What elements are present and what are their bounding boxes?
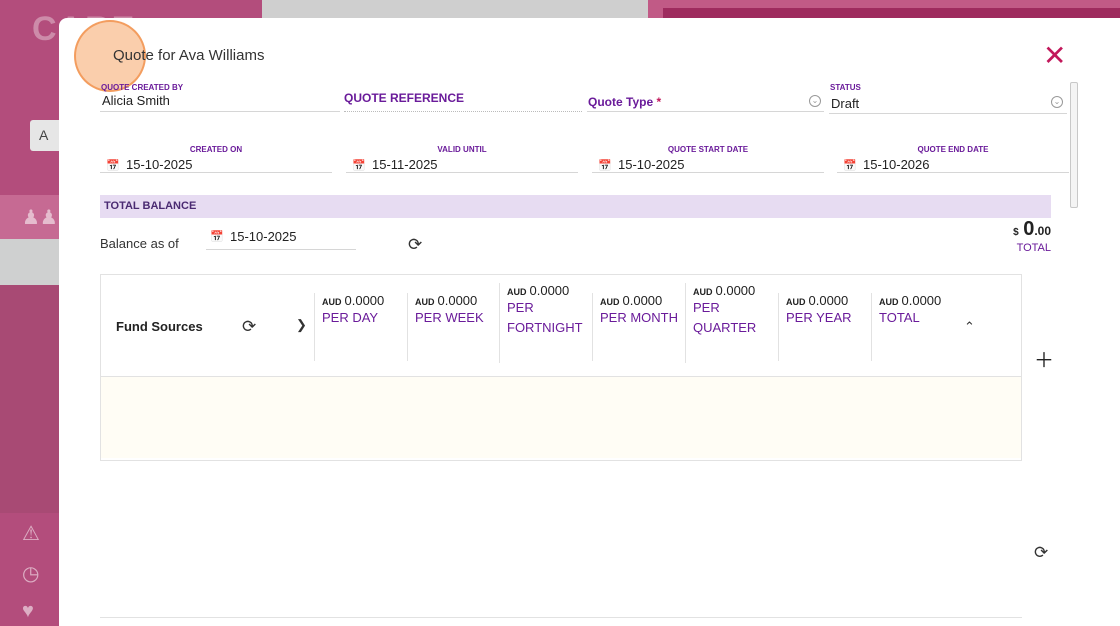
created-on-value: 15-10-2025 bbox=[126, 157, 193, 172]
created-by-label: QUOTE CREATED BY bbox=[101, 83, 184, 92]
fund-sources-table: Fund Sources ⟳ ❯ AUD 0.0000 PER DAY AUD 0.… bbox=[100, 274, 1022, 461]
balance-as-of-label: Balance as of bbox=[100, 236, 179, 251]
plus-icon[interactable]: ＋ bbox=[1034, 344, 1054, 373]
calendar-icon[interactable]: 📅 bbox=[843, 159, 857, 172]
currency-symbol: $ bbox=[1013, 227, 1019, 238]
clock-icon[interactable]: ◷ bbox=[22, 561, 39, 586]
per-quarter-column: AUD 0.0000 PER QUARTER bbox=[685, 283, 775, 363]
per-year-amount: AUD 0.0000 bbox=[786, 293, 849, 308]
per-week-label: PER WEEK bbox=[415, 310, 484, 325]
total-amount: AUD 0.0000 bbox=[879, 293, 942, 308]
per-year-column: AUD 0.0000 PER YEAR bbox=[778, 293, 852, 361]
calendar-icon[interactable]: 📅 bbox=[598, 159, 612, 172]
calendar-icon[interactable]: 📅 bbox=[210, 230, 224, 243]
per-week-column: AUD 0.0000 PER WEEK bbox=[407, 293, 484, 361]
valid-until-label: VALID UNTIL bbox=[437, 145, 487, 154]
per-day-label: PER DAY bbox=[322, 310, 379, 325]
total-label: TOTAL bbox=[879, 310, 920, 325]
background-nav-band bbox=[0, 239, 60, 285]
per-year-label: PER YEAR bbox=[786, 310, 852, 325]
close-icon[interactable]: ✕ bbox=[1043, 42, 1066, 70]
valid-until-value: 15-11-2025 bbox=[372, 157, 438, 172]
quote-start-date-value: 15-10-2025 bbox=[618, 157, 685, 172]
created-by-field: QUOTE CREATED BY Alicia Smith bbox=[100, 82, 340, 112]
total-column: AUD 0.0000 TOTAL bbox=[871, 293, 941, 361]
heart-icon[interactable]: ♥ bbox=[22, 600, 34, 623]
chevron-down-icon[interactable]: ⌄ bbox=[1051, 96, 1063, 108]
background-nav-active: ♟♟ bbox=[0, 195, 60, 239]
status-label: STATUS bbox=[830, 83, 861, 92]
per-day-amount: AUD 0.0000 bbox=[322, 293, 385, 308]
per-quarter-label: PER QUARTER bbox=[693, 300, 757, 335]
created-by-value: Alicia Smith bbox=[102, 93, 170, 108]
per-month-amount: AUD 0.0000 bbox=[600, 293, 663, 308]
quote-end-date-label: QUOTE END DATE bbox=[917, 145, 989, 154]
created-on-label: CREATED ON bbox=[189, 145, 243, 154]
total-balance-amount: $ 0.00 bbox=[1005, 218, 1051, 241]
created-on-field[interactable]: CREATED ON 📅 15-10-2025 bbox=[100, 143, 332, 173]
fund-sources-body bbox=[101, 377, 1021, 458]
quote-type-field[interactable]: Quote Type * ⌄ bbox=[587, 82, 824, 112]
quote-reference-label: QUOTE REFERENCE bbox=[344, 91, 465, 105]
per-day-column: AUD 0.0000 PER DAY bbox=[314, 293, 384, 361]
background-nav-lower bbox=[0, 285, 60, 513]
background-top-strip bbox=[262, 0, 648, 18]
chevron-up-icon[interactable]: ⌃ bbox=[964, 319, 975, 335]
quote-start-date-label: QUOTE START DATE bbox=[667, 145, 749, 154]
quote-reference-field[interactable]: QUOTE REFERENCE bbox=[344, 82, 582, 112]
modal-title: Quote for Ava Williams bbox=[113, 47, 265, 64]
calendar-icon[interactable]: 📅 bbox=[352, 159, 366, 172]
balance-date-field[interactable]: 📅 15-10-2025 bbox=[206, 227, 356, 250]
fund-sources-header: Fund Sources ⟳ ❯ AUD 0.0000 PER DAY AUD 0.… bbox=[101, 275, 1021, 377]
quote-start-date-field[interactable]: QUOTE START DATE 📅 15-10-2025 bbox=[592, 143, 824, 173]
scrollbar[interactable] bbox=[1070, 82, 1078, 208]
chevron-down-icon[interactable]: ❯ bbox=[296, 317, 307, 333]
status-field[interactable]: STATUS Draft ⌄ bbox=[829, 82, 1067, 114]
status-value: Draft bbox=[831, 96, 860, 111]
per-month-column: AUD 0.0000 PER MONTH bbox=[592, 293, 678, 361]
balance-date-value: 15-10-2025 bbox=[230, 229, 297, 244]
quote-end-date-field[interactable]: QUOTE END DATE 📅 15-10-2026 bbox=[837, 143, 1069, 173]
quote-end-date-value: 15-10-2026 bbox=[863, 157, 930, 172]
chevron-down-icon[interactable]: ⌄ bbox=[809, 95, 821, 107]
section-divider bbox=[100, 617, 1022, 618]
amount-decimal: .00 bbox=[1034, 224, 1051, 238]
calendar-icon[interactable]: 📅 bbox=[106, 159, 120, 172]
refresh-icon[interactable]: ⟳ bbox=[1034, 543, 1048, 563]
per-fortnight-amount: AUD 0.0000 bbox=[507, 283, 570, 298]
fund-sources-title: Fund Sources bbox=[116, 319, 203, 334]
per-fortnight-column: AUD 0.0000 PER FORTNIGHT bbox=[499, 283, 589, 363]
users-icon: ♟♟ bbox=[22, 207, 58, 229]
warning-icon[interactable]: ⚠ bbox=[22, 521, 40, 546]
quote-modal: Quote for Ava Williams ✕ QUOTE CREATED B… bbox=[59, 18, 1120, 626]
refresh-icon[interactable]: ⟳ bbox=[242, 317, 256, 337]
refresh-icon[interactable]: ⟳ bbox=[408, 235, 422, 255]
amount-integer: 0 bbox=[1023, 218, 1035, 240]
per-quarter-amount: AUD 0.0000 bbox=[693, 283, 756, 298]
per-fortnight-label: PER FORTNIGHT bbox=[507, 300, 583, 335]
total-balance-label: TOTAL BALANCE bbox=[104, 200, 197, 212]
per-week-amount: AUD 0.0000 bbox=[415, 293, 478, 308]
valid-until-field[interactable]: VALID UNTIL 📅 15-11-2025 bbox=[346, 143, 578, 173]
total-balance-caption: TOTAL bbox=[1016, 242, 1051, 254]
per-month-label: PER MONTH bbox=[600, 310, 678, 325]
quote-type-label: Quote Type * bbox=[588, 95, 662, 109]
total-balance-header: TOTAL BALANCE bbox=[100, 195, 1051, 218]
